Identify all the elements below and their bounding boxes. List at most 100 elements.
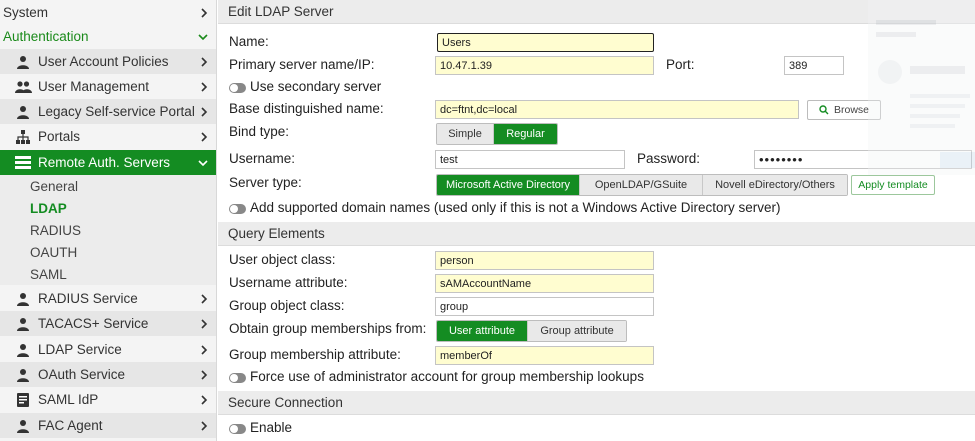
port-input[interactable]: 389 [784, 56, 844, 75]
sidebar-item-label: Legacy Self-service Portal [38, 104, 195, 119]
id-card-icon [14, 392, 32, 408]
section-title: Secure Connection [228, 395, 343, 410]
chevron-right-icon [200, 337, 208, 362]
chevron-right-icon [200, 413, 208, 438]
sidebar-item-user-account-policies[interactable]: User Account Policies [0, 49, 216, 74]
server-type-novell[interactable]: Novell eDirectory/Others [703, 175, 847, 195]
sidebar-item-label: OAuth Service [38, 367, 126, 382]
obtain-user-attribute[interactable]: User attribute [437, 321, 528, 341]
sidebar-item-radius-service[interactable]: RADIUS Service [0, 286, 216, 311]
sitemap-icon [14, 129, 32, 145]
sidebar-item-label: Remote Auth. Servers [38, 155, 171, 170]
bind-type-selector: Simple Regular [436, 123, 558, 145]
section-header-edit-ldap: Edit LDAP Server [218, 0, 975, 24]
user-class-input-value: person [440, 254, 474, 267]
sidebar-item-portals[interactable]: Portals [0, 124, 216, 149]
password-label: Password: [637, 151, 701, 166]
name-input-value: Users [442, 36, 471, 49]
chevron-right-icon [200, 49, 208, 74]
user-class-label: User object class: [229, 252, 336, 267]
server-icon [14, 155, 32, 171]
secure-enable-label: Enable [250, 420, 293, 435]
username-input[interactable]: test [435, 150, 625, 169]
user-icon [14, 104, 32, 120]
username-label: Username: [229, 151, 296, 166]
page-title: Edit LDAP Server [228, 4, 334, 19]
server-type-active-directory[interactable]: Microsoft Active Directory [437, 175, 580, 195]
sidebar-item-label: User Management [38, 79, 150, 94]
apply-template-label: Apply template [858, 179, 928, 191]
password-input[interactable]: •••••••• [754, 150, 972, 169]
server-input-value: 10.47.1.39 [440, 59, 492, 72]
bind-type-regular[interactable]: Regular [494, 124, 557, 144]
membership-attr-input[interactable]: memberOf [435, 346, 654, 365]
chevron-down-icon [198, 24, 208, 49]
sidebar-subitem-saml[interactable]: SAML [0, 263, 216, 285]
basedn-input-value: dc=ftnt,dc=local [440, 103, 518, 116]
sidebar-item-saml-idp[interactable]: SAML IdP [0, 387, 216, 412]
sidebar-subitem-label: SAML [30, 266, 67, 282]
sidebar-item-label: SAML IdP [38, 392, 99, 407]
user-class-input[interactable]: person [435, 251, 654, 270]
sidebar-item-oauth-service[interactable]: OAuth Service [0, 362, 216, 387]
sidebar: System Authentication User Account Polic… [0, 0, 217, 441]
user-icon [14, 367, 32, 383]
secure-enable-toggle[interactable] [229, 424, 246, 434]
sidebar-item-legacy-self-service-portal[interactable]: Legacy Self-service Portal [0, 99, 216, 124]
sidebar-subitem-radius[interactable]: RADIUS [0, 219, 216, 241]
sidebar-item-label: FAC Agent [38, 418, 103, 433]
user-icon [14, 316, 32, 332]
users-icon [14, 79, 32, 95]
username-attr-label: Username attribute: [229, 275, 348, 290]
section-header-query-elements: Query Elements [218, 222, 975, 246]
domain-names-toggle[interactable] [229, 204, 246, 214]
user-icon [14, 54, 32, 70]
server-type-label: Server type: [229, 175, 302, 190]
chevron-right-icon [200, 362, 208, 387]
section-title: Query Elements [228, 226, 325, 241]
sidebar-item-remote-auth-servers[interactable]: Remote Auth. Servers [0, 150, 216, 175]
membership-attr-label: Group membership attribute: [229, 347, 401, 362]
sidebar-item-label: TACACS+ Service [38, 316, 149, 331]
sidebar-item-ldap-service[interactable]: LDAP Service [0, 337, 216, 362]
obtain-memberships-label: Obtain group memberships from: [229, 321, 427, 336]
chevron-right-icon [200, 387, 208, 412]
sidebar-subitem-ldap[interactable]: LDAP [0, 197, 216, 219]
bind-type-label: Bind type: [229, 124, 290, 139]
basedn-label: Base distinguished name: [229, 101, 384, 116]
force-admin-toggle[interactable] [229, 373, 246, 383]
server-type-selector: Microsoft Active Directory OpenLDAP/GSui… [436, 174, 848, 196]
browse-button[interactable]: Browse [807, 100, 881, 120]
secondary-server-toggle[interactable] [229, 83, 246, 93]
obtain-memberships-selector: User attribute Group attribute [436, 320, 627, 342]
basedn-input[interactable]: dc=ftnt,dc=local [435, 100, 799, 119]
section-header-secure-connection: Secure Connection [218, 391, 975, 415]
server-input[interactable]: 10.47.1.39 [435, 56, 654, 75]
secondary-server-label: Use secondary server [250, 79, 382, 94]
sidebar-item-authentication[interactable]: Authentication [0, 24, 216, 49]
sidebar-item-tacacs-service[interactable]: TACACS+ Service [0, 311, 216, 336]
server-label: Primary server name/IP: [229, 57, 375, 72]
sidebar-subitem-label: General [30, 178, 79, 194]
sidebar-subitem-label: RADIUS [30, 222, 82, 238]
sidebar-subitem-general[interactable]: General [0, 175, 216, 197]
main-content: Edit LDAP Server Name: Users Primary ser… [218, 0, 975, 441]
group-class-input[interactable]: group [435, 297, 654, 316]
name-input[interactable]: Users [437, 33, 654, 52]
username-attr-input[interactable]: sAMAccountName [435, 274, 654, 293]
apply-template-button[interactable]: Apply template [851, 175, 935, 195]
group-class-label: Group object class: [229, 298, 345, 313]
chevron-right-icon [200, 0, 208, 25]
group-class-input-value: group [440, 300, 469, 313]
sidebar-item-system[interactable]: System [0, 0, 216, 25]
sidebar-item-label: RADIUS Service [38, 291, 138, 306]
sidebar-item-user-management[interactable]: User Management [0, 74, 216, 99]
obtain-group-attribute[interactable]: Group attribute [528, 321, 626, 341]
sidebar-item-label: Authentication [3, 29, 89, 44]
server-type-openldap[interactable]: OpenLDAP/GSuite [580, 175, 703, 195]
sidebar-item-fac-agent[interactable]: FAC Agent [0, 413, 216, 438]
username-input-value: test [440, 153, 458, 166]
sidebar-item-label: Portals [38, 129, 81, 144]
sidebar-subitem-oauth[interactable]: OAUTH [0, 241, 216, 263]
bind-type-simple[interactable]: Simple [437, 124, 494, 144]
